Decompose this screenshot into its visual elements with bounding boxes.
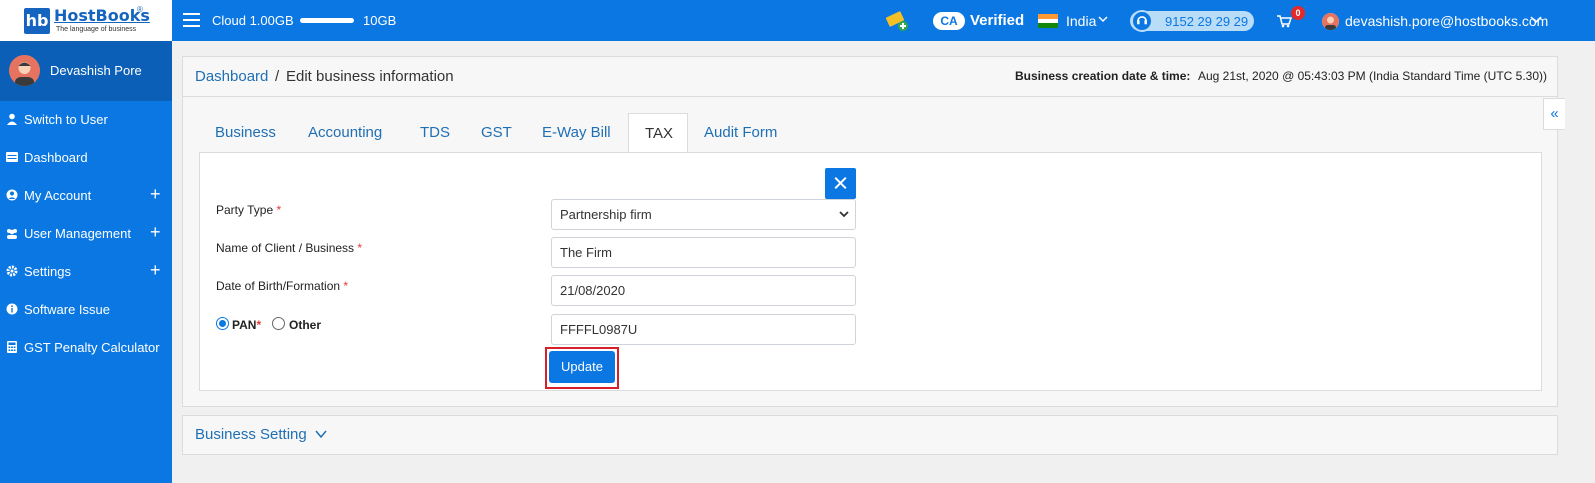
user-icon [7, 113, 17, 125]
india-flag-icon [1038, 14, 1058, 28]
dob-input[interactable]: 21/08/2020 [551, 275, 856, 306]
cart-icon[interactable] [1276, 14, 1292, 28]
sidebar-item-label: Settings [24, 264, 71, 279]
logo-registered: ® [137, 5, 143, 14]
sidebar-item-gst-penalty-calculator[interactable]: GST Penalty Calculator [0, 329, 172, 367]
edit-business-panel: Dashboard / Edit business information Bu… [182, 56, 1558, 407]
logo-tagline: The language of business [56, 26, 137, 33]
tab-gst[interactable]: GST [481, 113, 512, 153]
tab-eway-bill[interactable]: E-Way Bill [542, 113, 611, 153]
sidebar-item-label: Switch to User [24, 112, 108, 127]
logo-mark: hb [24, 8, 50, 34]
client-name-label: Name of Client / Business * [216, 241, 363, 255]
sidebar-item-label: My Account [24, 188, 92, 203]
tab-tds[interactable]: TDS [420, 113, 450, 153]
required-marker: * [357, 241, 363, 255]
breadcrumb-dashboard-link[interactable]: Dashboard [195, 68, 268, 85]
chevron-down-icon [839, 211, 849, 218]
sidebar-item-software-issue[interactable]: Software Issue [0, 291, 172, 329]
page-title: Edit business information [286, 68, 454, 85]
sidebar-item-label: Software Issue [24, 302, 110, 317]
chevron-down-icon[interactable] [314, 428, 328, 440]
calculator-icon [7, 341, 17, 353]
scrollbar[interactable] [1580, 41, 1595, 483]
creation-date-label: Business creation date & time: [1015, 69, 1191, 83]
ca-verified-icon: CA [933, 12, 965, 30]
cloud-usage-label: Cloud 1.00GB [212, 13, 294, 28]
pan-radio[interactable] [216, 317, 229, 330]
tab-business[interactable]: Business [215, 113, 276, 153]
expand-plus-icon[interactable]: + [150, 184, 161, 205]
logo-name: HostBooks [54, 6, 150, 25]
cloud-usage-bar [300, 18, 354, 23]
expand-plus-icon[interactable]: + [150, 222, 161, 243]
creation-date-value: Aug 21st, 2020 @ 05:43:03 PM (India Stan… [1198, 69, 1548, 83]
sidebar-item-my-account[interactable]: My Account + [0, 177, 172, 215]
avatar [9, 55, 40, 86]
pan-input[interactable]: FFFFL0987U [551, 314, 856, 345]
expand-plus-icon[interactable]: + [150, 260, 161, 281]
required-marker: * [256, 318, 262, 332]
client-name-input[interactable]: The Firm [551, 237, 856, 268]
business-tabs: Business Accounting TDS GST E-Way Bill T… [199, 113, 1541, 154]
other-radio[interactable] [272, 317, 285, 330]
profile-name: Devashish Pore [50, 63, 142, 78]
menu-toggle-icon[interactable] [183, 13, 200, 27]
client-name-value: The Firm [560, 245, 612, 260]
party-type-label: Party Type * [216, 203, 282, 217]
chevron-down-icon[interactable] [1529, 13, 1543, 25]
users-icon [7, 229, 17, 239]
required-marker: * [343, 279, 349, 293]
support-phone-number[interactable]: 9152 29 29 29 [1165, 14, 1248, 29]
cart-count-badge: 0 [1291, 6, 1305, 20]
sidebar-item-settings[interactable]: Settings + [0, 253, 172, 291]
logo[interactable]: hb HostBooks ® The language of business [0, 0, 172, 41]
sidebar: Devashish Pore Switch to User Dashboard … [0, 41, 172, 483]
breadcrumb-separator: / [275, 68, 280, 85]
info-icon [6, 303, 18, 315]
business-setting-panel[interactable]: Business Setting [182, 415, 1558, 455]
sidebar-item-switch-to-user[interactable]: Switch to User [0, 101, 172, 139]
required-marker: * [276, 203, 282, 217]
pan-value: FFFFL0987U [560, 322, 638, 337]
collapse-panel-icon[interactable]: « [1543, 98, 1565, 130]
user-avatar-icon[interactable] [1322, 13, 1339, 30]
sidebar-item-user-management[interactable]: User Management + [0, 215, 172, 253]
other-radio-label[interactable]: Other [289, 318, 321, 332]
sidebar-item-label: GST Penalty Calculator [24, 340, 160, 355]
country-selector[interactable]: India [1066, 13, 1096, 29]
dashboard-icon [6, 152, 18, 162]
business-setting-title[interactable]: Business Setting [195, 426, 307, 443]
dob-label: Date of Birth/Formation * [216, 279, 349, 293]
top-navbar: hb HostBooks ® The language of business … [0, 0, 1595, 41]
headset-icon [1131, 10, 1153, 32]
account-icon [6, 189, 18, 201]
dob-value: 21/08/2020 [560, 283, 626, 298]
party-type-value: Partnership firm [560, 207, 652, 222]
pan-radio-label[interactable]: PAN* [232, 318, 261, 332]
sidebar-item-dashboard[interactable]: Dashboard [0, 139, 172, 177]
party-type-select[interactable]: Partnership firm [551, 199, 856, 230]
tab-accounting[interactable]: Accounting [308, 113, 382, 153]
tab-audit-form[interactable]: Audit Form [704, 113, 777, 153]
tab-tax[interactable]: TAX [628, 113, 688, 154]
sidebar-profile[interactable]: Devashish Pore [0, 41, 172, 101]
sidebar-item-label: User Management [24, 226, 131, 241]
cloud-usage-max: 10GB [363, 13, 397, 28]
ticket-add-icon[interactable] [885, 10, 909, 32]
panel-header: Dashboard / Edit business information Bu… [183, 57, 1557, 97]
chevron-down-icon[interactable] [1097, 13, 1109, 25]
update-button[interactable]: Update [549, 351, 615, 383]
gear-icon [6, 265, 18, 277]
user-email-menu[interactable]: devashish.pore@hostbooks.com [1345, 13, 1548, 29]
verified-label: Verified [970, 12, 1025, 29]
sidebar-item-label: Dashboard [24, 150, 88, 165]
close-icon[interactable] [825, 168, 856, 199]
tax-tab-content: Party Type * Partnership firm Name of Cl… [199, 152, 1542, 391]
